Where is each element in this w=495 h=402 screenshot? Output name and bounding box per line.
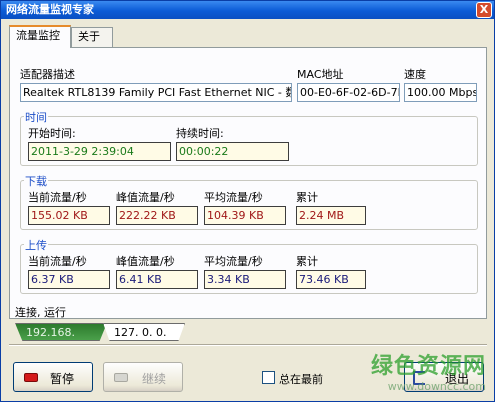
close-button[interactable]: X: [476, 2, 492, 18]
download-current-label: 当前流量/秒: [28, 191, 87, 204]
tab-traffic-monitor[interactable]: 流量监控: [9, 25, 71, 48]
app-window: 网络流量监视专家 X 流量监控 关于 适配器描述 Realtek RTL8139…: [0, 0, 495, 402]
watermark: 绿色资源网 www.downcc.com: [371, 348, 486, 393]
upload-total-label: 累计: [296, 255, 318, 268]
always-on-top-checkbox[interactable]: [262, 371, 275, 384]
time-group-title: 时间: [24, 109, 48, 125]
upload-avg-field[interactable]: 3.34 KB: [204, 270, 286, 289]
upload-peak-field[interactable]: 6.41 KB: [116, 270, 198, 289]
window-title: 网络流量监视专家: [6, 3, 94, 16]
start-time-field[interactable]: 2011-3-29 2:39:04: [28, 142, 171, 161]
pause-button[interactable]: 暂停: [13, 362, 93, 392]
download-total-field[interactable]: 2.24 MB: [296, 206, 366, 225]
watermark-line1: 绿色资源网: [370, 354, 486, 379]
separator: [9, 344, 487, 346]
download-avg-label: 平均流量/秒: [204, 191, 263, 204]
ip-tab-active[interactable]: 192.168. 1.100: [15, 323, 107, 341]
continue-button[interactable]: 继续: [103, 362, 183, 392]
tab-about[interactable]: 关于: [71, 27, 113, 47]
status-text: 连接, 运行: [15, 306, 66, 319]
download-total-label: 累计: [296, 191, 318, 204]
always-on-top-label: 总在最前: [279, 373, 323, 386]
speed-label: 速度: [404, 68, 426, 81]
mac-field[interactable]: 00-E0-6F-02-6D-7E: [297, 83, 400, 102]
download-peak-label: 峰值流量/秒: [116, 191, 175, 204]
upload-group-title: 上传: [24, 237, 48, 253]
adapter-desc-label: 适配器描述: [20, 68, 75, 81]
grey-led-icon: [114, 373, 128, 382]
duration-label: 持续时间:: [176, 127, 224, 140]
mac-label: MAC地址: [297, 68, 344, 81]
upload-total-field[interactable]: 73.46 KB: [296, 270, 366, 289]
download-group-title: 下载: [24, 173, 48, 189]
upload-current-label: 当前流量/秒: [28, 255, 87, 268]
upload-peak-label: 峰值流量/秒: [116, 255, 175, 268]
continue-button-label: 继续: [142, 372, 167, 386]
watermark-line2: www.downcc.com: [387, 380, 486, 393]
title-bar[interactable]: 网络流量监视专家 X: [1, 1, 494, 19]
ip-tab-loopback[interactable]: 127. 0. 0. 1: [103, 323, 185, 341]
upload-current-field[interactable]: 6.37 KB: [28, 270, 110, 289]
download-avg-field[interactable]: 104.39 KB: [204, 206, 286, 225]
monitor-panel: 适配器描述 Realtek RTL8139 Family PCI Fast Et…: [9, 47, 487, 319]
duration-field[interactable]: 00:00:22: [176, 142, 289, 161]
download-current-field[interactable]: 155.02 KB: [28, 206, 110, 225]
pause-button-label: 暂停: [50, 372, 75, 386]
red-led-icon: [24, 373, 38, 382]
start-time-label: 开始时间:: [28, 127, 76, 140]
adapter-desc-field[interactable]: Realtek RTL8139 Family PCI Fast Ethernet…: [20, 83, 292, 102]
download-peak-field[interactable]: 222.22 KB: [116, 206, 198, 225]
upload-avg-label: 平均流量/秒: [204, 255, 263, 268]
speed-field[interactable]: 100.00 Mbps: [404, 83, 477, 102]
